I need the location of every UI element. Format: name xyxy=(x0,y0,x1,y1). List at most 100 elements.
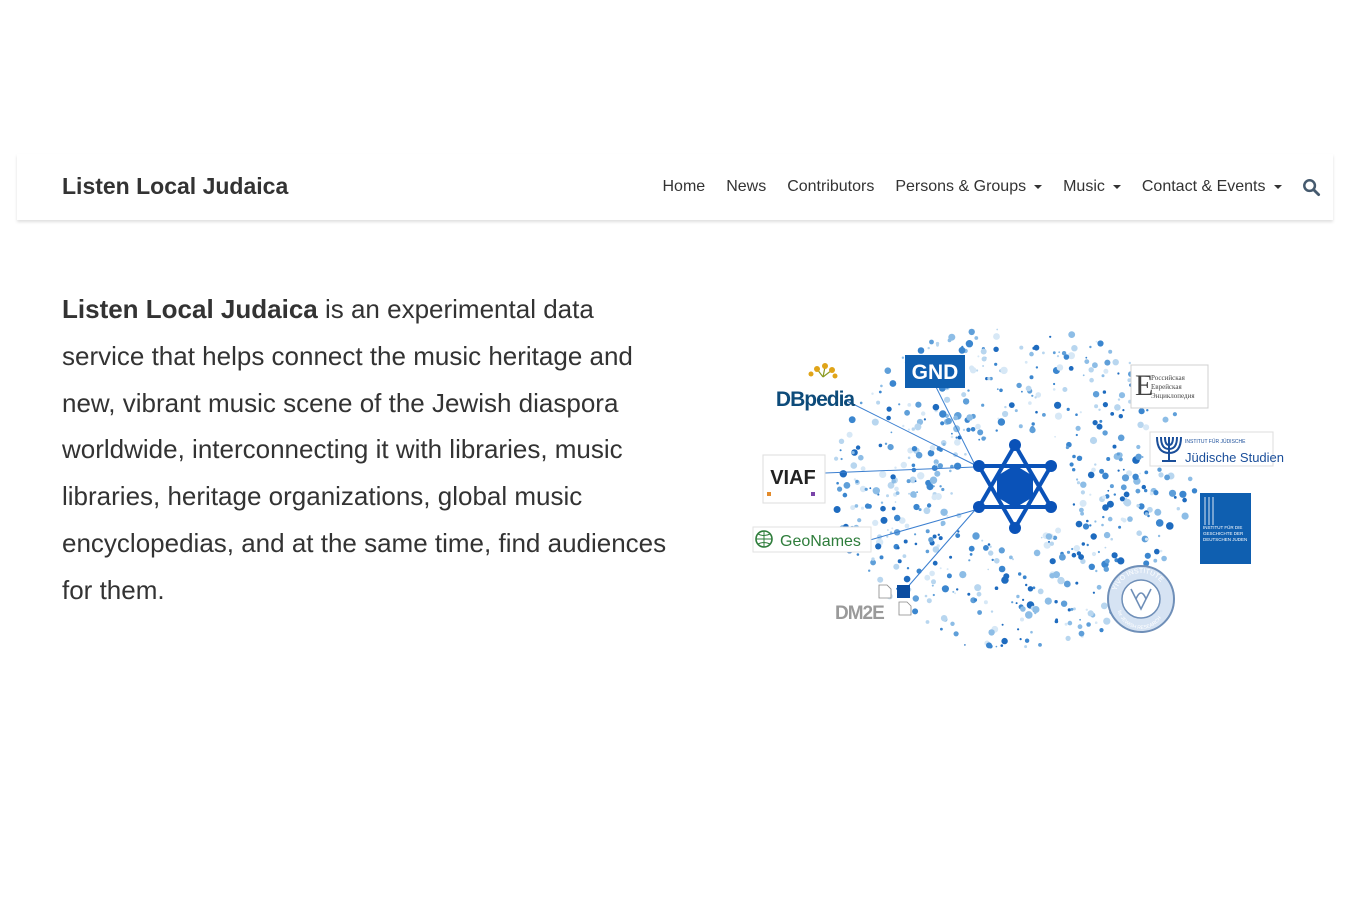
network-dot xyxy=(1094,404,1099,409)
network-dot xyxy=(1135,488,1141,494)
network-dot xyxy=(1075,581,1079,585)
network-dot xyxy=(1053,382,1056,386)
network-dot xyxy=(911,446,918,452)
network-dot xyxy=(840,457,843,461)
network-dot xyxy=(1107,516,1113,522)
nav-persons-groups-label: Persons & Groups xyxy=(895,178,1027,195)
network-dot xyxy=(868,569,871,572)
network-dot xyxy=(934,470,941,477)
network-dot xyxy=(1102,515,1105,519)
network-dot xyxy=(1054,412,1063,420)
network-dot xyxy=(1168,489,1177,497)
network-dot xyxy=(937,463,943,469)
network-dot xyxy=(890,474,896,480)
network-dot xyxy=(856,553,860,556)
network-dot xyxy=(1179,490,1187,498)
network-dot xyxy=(941,487,945,492)
network-dot xyxy=(925,529,930,534)
network-dot xyxy=(850,462,858,469)
network-dot xyxy=(996,388,999,391)
network-dot xyxy=(848,416,856,424)
network-dot xyxy=(860,506,865,510)
network-dot xyxy=(1048,540,1050,543)
network-dot xyxy=(932,593,935,597)
network-dot xyxy=(1110,537,1113,541)
network-dot xyxy=(907,403,912,407)
network-dot xyxy=(1079,618,1081,621)
network-dot xyxy=(1141,484,1146,490)
nav-contact-events-dropdown[interactable]: Contact & Events xyxy=(1131,178,1292,196)
network-dot xyxy=(1084,359,1090,364)
network-dot xyxy=(1117,372,1120,375)
network-dot xyxy=(1068,366,1074,371)
network-dot xyxy=(1164,474,1170,481)
network-dot xyxy=(1146,409,1149,412)
nav-home[interactable]: Home xyxy=(652,178,716,196)
network-dot xyxy=(1102,472,1109,480)
network-dot xyxy=(1102,495,1107,500)
network-dot xyxy=(1079,499,1087,507)
network-dot xyxy=(1001,623,1004,626)
network-dot xyxy=(956,588,959,591)
network-dot xyxy=(1061,351,1067,356)
network-dot xyxy=(981,539,984,542)
network-dot xyxy=(912,595,919,602)
network-dot xyxy=(998,547,1005,554)
network-dot xyxy=(1018,424,1023,429)
network-dot xyxy=(954,592,957,595)
network-dot xyxy=(1087,610,1094,617)
network-dot xyxy=(1000,644,1004,647)
network-dot xyxy=(833,506,841,513)
network-dot xyxy=(1070,607,1074,611)
intro-text: is an experimental data service that hel… xyxy=(62,294,667,605)
network-dot xyxy=(880,516,888,524)
network-dot xyxy=(877,576,884,583)
network-dot xyxy=(872,519,879,526)
network-dot xyxy=(1078,554,1084,560)
network-dot xyxy=(1094,463,1097,466)
network-dot xyxy=(871,418,879,426)
network-dot xyxy=(1103,617,1111,625)
network-dot xyxy=(1089,524,1092,527)
network-dot xyxy=(1080,481,1087,488)
caret-down-icon xyxy=(1273,185,1282,189)
network-dot xyxy=(1021,390,1023,393)
network-dot xyxy=(926,503,932,508)
network-dot xyxy=(907,428,910,431)
nav-contributors[interactable]: Contributors xyxy=(777,178,885,196)
network-dot xyxy=(1066,407,1070,411)
network-dot xyxy=(1032,346,1036,350)
network-dot xyxy=(1044,597,1052,605)
network-dot xyxy=(946,514,949,517)
network-dot xyxy=(993,333,1000,340)
network-dot xyxy=(1009,555,1013,560)
network-dot xyxy=(1071,345,1078,352)
network-dot xyxy=(1052,388,1056,391)
caret-down-icon xyxy=(1112,185,1121,189)
nav-music-dropdown[interactable]: Music xyxy=(1053,178,1132,196)
network-dot xyxy=(1054,619,1059,624)
nav-news[interactable]: News xyxy=(716,178,777,196)
network-dot xyxy=(911,463,916,468)
network-dot xyxy=(1104,546,1107,549)
linked-data-network-image: GND DBpedia VIAF GeoNames DM2E Е Российс… xyxy=(752,328,1284,649)
network-dot xyxy=(977,429,984,436)
network-dot xyxy=(1135,453,1142,460)
network-dot xyxy=(983,545,989,551)
network-dot xyxy=(880,501,884,504)
network-dot xyxy=(1054,435,1056,438)
network-dot xyxy=(1078,630,1085,637)
network-dot xyxy=(1154,508,1162,516)
network-dot xyxy=(843,482,851,489)
network-dot xyxy=(1043,541,1051,549)
nav-persons-groups-dropdown[interactable]: Persons & Groups xyxy=(885,178,1053,196)
network-dot xyxy=(1102,390,1107,394)
network-dot xyxy=(1077,624,1083,630)
network-dot xyxy=(1157,534,1161,538)
network-dot xyxy=(839,470,847,478)
network-dot xyxy=(1001,637,1008,645)
network-dot xyxy=(940,522,944,527)
search-button[interactable] xyxy=(1292,178,1321,197)
network-dot xyxy=(876,400,881,405)
brand-link[interactable]: Listen Local Judaica xyxy=(62,173,288,200)
